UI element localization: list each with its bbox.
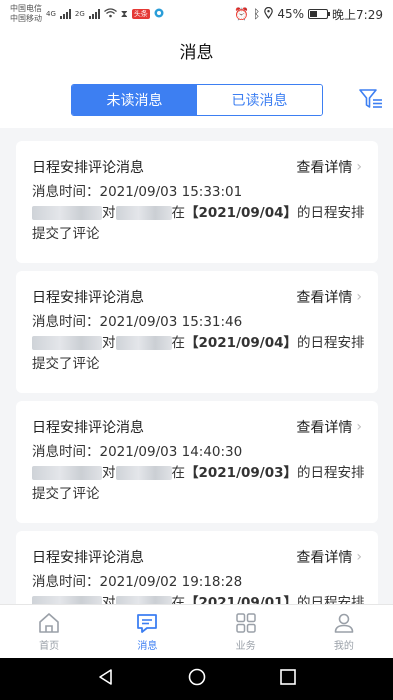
view-detail-button[interactable]: 查看详情 › — [296, 157, 362, 177]
page-title: 消息 — [179, 43, 214, 63]
signal-icon-2 — [88, 9, 100, 19]
redacted-sender — [32, 596, 102, 604]
net-type-1: 4G — [46, 10, 56, 18]
schedule-date: 【2021/09/04】 — [185, 205, 298, 221]
bluetooth-icon: ᛒ — [253, 7, 261, 21]
read-status-segment: 未读消息 已读消息 — [71, 84, 323, 116]
carrier-1: 中国电信 — [10, 4, 42, 13]
view-detail-button[interactable]: 查看详情 › — [296, 287, 362, 307]
back-icon[interactable] — [97, 668, 115, 690]
battery-icon — [308, 9, 331, 19]
message-body: 对 在【2021/09/01】的日程安排 — [32, 593, 367, 604]
view-detail-button[interactable]: 查看详情 › — [296, 547, 362, 567]
view-detail-label: 查看详情 — [296, 420, 353, 436]
tab-home[interactable]: 首页 — [0, 605, 98, 658]
message-in: 在 — [171, 595, 186, 604]
message-tail: 的日程安排 — [297, 465, 365, 481]
redacted-recipient — [115, 336, 172, 350]
chevron-right-icon: › — [356, 549, 362, 565]
message-card[interactable]: 日程安排评论消息 查看详情 › 消息时间：2021/09/03 15:31:46… — [16, 271, 378, 393]
message-body: 对 在【2021/09/04】的日程安排 提交了评论 — [32, 203, 367, 245]
message-action: 提交了评论 — [32, 356, 100, 372]
battery-percent: 45% — [277, 7, 305, 21]
message-tail: 的日程安排 — [297, 205, 365, 221]
redacted-recipient — [115, 466, 172, 480]
tab-messages-label: 消息 — [137, 641, 158, 652]
view-detail-label: 查看详情 — [296, 160, 353, 176]
tab-messages[interactable]: 消息 — [98, 605, 196, 658]
message-connector: 对 — [102, 205, 116, 221]
clock: 晚上7:29 — [332, 7, 383, 22]
view-detail-label: 查看详情 — [296, 550, 353, 566]
message-card[interactable]: 日程安排评论消息 查看详情 › 消息时间：2021/09/02 19:18:28… — [16, 531, 378, 604]
message-title: 日程安排评论消息 — [32, 160, 144, 176]
system-nav-bar — [0, 658, 393, 700]
message-in: 在 — [171, 465, 186, 481]
message-tail: 的日程安排 — [297, 335, 365, 351]
message-connector: 对 — [102, 595, 116, 604]
status-bar: 中国电信 中国移动 4G 2G ⧗ 头条 ⏰ ᛒ 45% 晚上7:29 — [0, 0, 393, 28]
message-connector: 对 — [102, 465, 116, 481]
alarm-icon: ⏰ — [234, 7, 250, 21]
message-action: 提交了评论 — [32, 226, 100, 242]
user-icon — [334, 613, 354, 633]
message-icon — [137, 614, 158, 633]
app-notification-icon — [154, 8, 164, 21]
message-list[interactable]: 日程安排评论消息 查看详情 › 消息时间：2021/09/03 15:33:01… — [0, 128, 393, 604]
message-time: 消息时间：2021/09/03 15:33:01 — [32, 184, 243, 200]
tab-business-label: 业务 — [235, 641, 256, 652]
schedule-date: 【2021/09/01】 — [185, 595, 298, 604]
net-type-2: 2G — [74, 10, 85, 18]
home-icon — [39, 613, 59, 633]
news-badge: 头条 — [131, 9, 150, 19]
message-tail: 的日程安排 — [297, 595, 365, 604]
redacted-sender — [32, 336, 102, 350]
message-in: 在 — [171, 335, 186, 351]
chevron-right-icon: › — [356, 419, 362, 435]
recents-icon[interactable] — [279, 668, 297, 690]
schedule-date: 【2021/09/04】 — [185, 335, 298, 351]
chevron-right-icon: › — [356, 159, 362, 175]
message-title: 日程安排评论消息 — [32, 420, 144, 436]
chevron-right-icon: › — [356, 289, 362, 305]
carrier-labels: 中国电信 中国移动 — [10, 4, 42, 24]
tab-business[interactable]: 业务 — [197, 605, 295, 658]
message-card[interactable]: 日程安排评论消息 查看详情 › 消息时间：2021/09/03 15:33:01… — [16, 141, 378, 263]
hourglass-icon: ⧗ — [120, 8, 128, 20]
message-title: 日程安排评论消息 — [32, 290, 144, 306]
message-body: 对 在【2021/09/03】的日程安排 提交了评论 — [32, 463, 367, 505]
message-time: 消息时间：2021/09/03 14:40:30 — [32, 444, 243, 460]
home-nav-icon[interactable] — [188, 668, 206, 690]
message-time: 消息时间：2021/09/03 15:31:46 — [32, 314, 243, 330]
view-detail-button[interactable]: 查看详情 › — [296, 417, 362, 437]
tab-read[interactable]: 已读消息 — [197, 85, 322, 115]
schedule-date: 【2021/09/03】 — [185, 465, 298, 481]
message-in: 在 — [171, 205, 186, 221]
redacted-sender — [32, 466, 102, 480]
wifi-icon — [103, 7, 117, 21]
bottom-tab-bar: 首页 消息 业务 我的 — [0, 604, 393, 658]
message-time: 消息时间：2021/09/02 19:18:28 — [32, 574, 243, 590]
message-action: 提交了评论 — [32, 486, 100, 502]
tab-mine[interactable]: 我的 — [295, 605, 393, 658]
tab-mine-label: 我的 — [333, 641, 354, 652]
tab-unread[interactable]: 未读消息 — [72, 85, 197, 115]
redacted-recipient — [115, 206, 172, 220]
app-header: 消息 未读消息 已读消息 — [0, 28, 393, 128]
tab-home-label: 首页 — [39, 641, 60, 652]
message-card[interactable]: 日程安排评论消息 查看详情 › 消息时间：2021/09/03 14:40:30… — [16, 401, 378, 523]
view-detail-label: 查看详情 — [296, 290, 353, 306]
redacted-sender — [32, 206, 102, 220]
location-icon — [264, 6, 274, 22]
redacted-recipient — [115, 596, 172, 604]
message-body: 对 在【2021/09/04】的日程安排 提交了评论 — [32, 333, 367, 375]
grid-icon — [235, 613, 256, 633]
filter-icon[interactable] — [358, 86, 384, 112]
carrier-2: 中国移动 — [10, 14, 42, 23]
message-connector: 对 — [102, 335, 116, 351]
message-title: 日程安排评论消息 — [32, 550, 144, 566]
signal-icon — [59, 9, 71, 19]
